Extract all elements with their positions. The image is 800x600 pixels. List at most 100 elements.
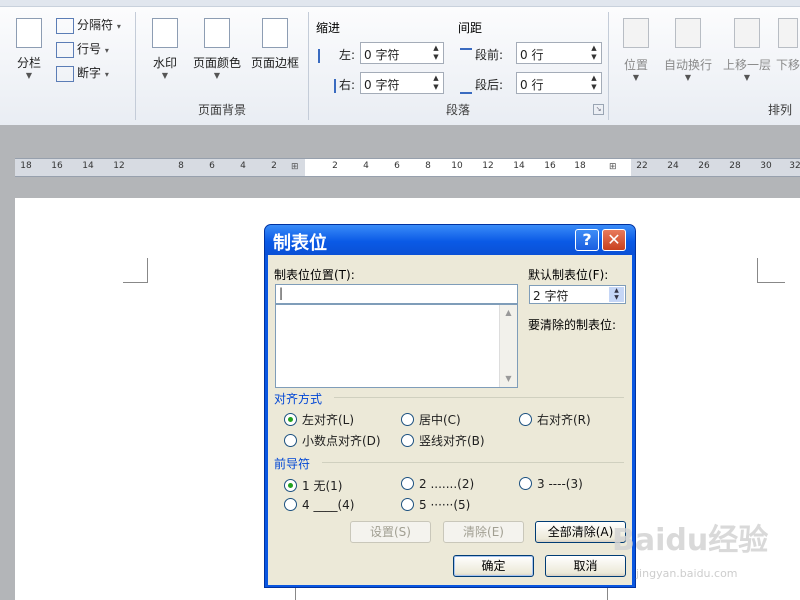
ruler-number: 8 [178,161,184,171]
crop-mark [757,282,785,283]
breaks-icon [56,17,74,34]
ruler-number: 30 [760,161,772,171]
ribbon: 分栏 ▼ 分隔符 ▾ 行号 ▾ 断字 ▾ 水印 ▼ 页面颜色 ▼ 页面边框 页面… [0,0,800,126]
ribbon-tab-strip [0,0,800,7]
leader-2-radio[interactable]: 2 .......(2) [401,477,474,491]
radio-icon [401,477,414,490]
hyphenation-button[interactable]: 断字 ▾ [56,64,109,82]
baidu-watermark: Baidu经验 [612,523,769,558]
spacing-before-row: 段前: [460,46,503,64]
align-center-radio[interactable]: 居中(C) [401,411,461,428]
dialog-titlebar[interactable]: 制表位 ? ✕ [265,225,635,255]
hyphenation-icon [56,65,74,82]
line-numbers-button[interactable]: 行号 ▾ [56,40,109,58]
tab-stops-to-clear-label: 要清除的制表位: [528,318,617,332]
ruler-number: 8 [425,161,431,171]
alignment-section-title: 对齐方式 [274,392,323,406]
crop-mark [123,282,148,283]
chevron-down-icon: ▼ [632,73,640,82]
ruler-number: 12 [113,161,125,171]
default-tab-stops-label: 默认制表位(F): [528,268,609,282]
tab-stop-position-input[interactable]: | [275,284,518,304]
page-background-group-label: 页面背景 [197,103,246,117]
leader-section-title: 前导符 [274,457,311,471]
chevron-down-icon: ▼ [25,71,33,80]
align-bar-radio[interactable]: 竖线对齐(B) [401,432,485,449]
ruler-number: 14 [82,161,94,171]
radio-selected-icon [284,479,297,492]
baidu-watermark-url: jingyan.baidu.com [636,567,738,580]
spin-arrows-icon[interactable]: ▲ ▼ [609,287,624,302]
indent-left-row: 左: [318,46,355,63]
dialog-body: 制表位位置(T): | ▲ ▼ 默认制表位(F): 2 字符 ▲ ▼ 要清除的制表… [268,255,632,585]
spacing-before-input[interactable]: 0 行 ▲ ▼ [516,42,602,64]
indent-right-row: 右: [318,76,355,93]
spacing-header: 间距 [458,21,483,35]
spin-arrows-icon[interactable]: ▲ ▼ [431,44,441,62]
align-decimal-radio[interactable]: 小数点对齐(D) [284,432,381,449]
ruler-number: 16 [51,161,63,171]
spin-arrows-icon[interactable]: ▲ ▼ [589,74,599,92]
indent-right-input[interactable]: 0 字符 ▲ ▼ [360,72,444,94]
chevron-down-icon: ▼ [213,71,221,80]
align-left-radio[interactable]: 左对齐(L) [284,411,354,428]
spacing-after-row: 段后: [460,76,503,94]
leader-3-radio[interactable]: 3 ----(3) [519,477,583,491]
default-tab-stops-input[interactable]: 2 字符 ▲ ▼ [529,285,626,304]
radio-icon [519,477,532,490]
spin-arrows-icon[interactable]: ▲ ▼ [589,44,599,62]
columns-button[interactable]: 分栏 ▼ [10,18,48,80]
scroll-down-icon[interactable]: ▼ [500,371,517,387]
ruler-number: 14 [513,161,525,171]
arrange-group-label: 排列 [767,103,792,117]
ruler-number: 26 [698,161,710,171]
help-icon[interactable]: ? [575,229,599,251]
leader-4-radio[interactable]: 4 ____(4) [284,498,354,512]
radio-icon [401,413,414,426]
paragraph-dialog-launcher-icon[interactable]: ↘ [593,104,604,115]
bring-forward-button[interactable]: 上移一层 ▼ [718,18,776,82]
ruler-number: 16 [544,161,556,171]
indent-marker-icon[interactable]: ⊞ [291,162,299,172]
leader-1-radio[interactable]: 1 无(1) [284,477,342,494]
chevron-down-icon: ▼ [743,73,751,82]
send-backward-icon [778,18,798,48]
tab-marker-icon[interactable]: ⊞ [609,162,617,172]
paragraph-group-label: 段落 [445,103,470,117]
watermark-icon [152,18,178,48]
indent-left-input[interactable]: 0 字符 ▲ ▼ [360,42,444,64]
ruler-number: 18 [20,161,32,171]
ruler-number: 2 [332,161,338,171]
columns-icon [16,18,42,48]
wrap-text-icon [675,18,701,48]
wrap-text-button[interactable]: 自动换行 ▼ [660,18,716,82]
margin-line [607,586,608,600]
ruler-number: 22 [636,161,648,171]
leader-5-radio[interactable]: 5 ······(5) [401,498,470,512]
watermark-button[interactable]: 水印 ▼ [146,18,184,80]
spacing-after-input[interactable]: 0 行 ▲ ▼ [516,72,602,94]
ruler-number: 4 [363,161,369,171]
spin-arrows-icon[interactable]: ▲ ▼ [431,74,441,92]
page-borders-button[interactable]: 页面边框 [246,18,304,71]
indent-left-icon [318,48,336,63]
ruler-number: 6 [394,161,400,171]
crop-mark [147,258,148,283]
close-icon[interactable]: ✕ [602,229,626,251]
tab-stop-position-label: 制表位位置(T): [274,268,355,282]
ok-button[interactable]: 确定 [453,555,534,577]
scroll-up-icon[interactable]: ▲ [500,305,517,321]
align-right-radio[interactable]: 右对齐(R) [519,411,591,428]
tab-stop-list[interactable]: ▲ ▼ [275,304,518,388]
list-scrollbar[interactable]: ▲ ▼ [499,305,517,387]
radio-icon [284,498,297,511]
dialog-title: 制表位 [273,233,327,254]
set-button[interactable]: 设置(S) [350,521,431,543]
send-backward-button[interactable]: 下移 [776,18,800,73]
page-color-button[interactable]: 页面颜色 ▼ [188,18,246,80]
horizontal-ruler[interactable]: 18 16 14 12 8 6 4 2 ⊞ 2 4 6 8 10 12 14 1… [15,158,800,177]
clear-button[interactable]: 清除(E) [443,521,524,543]
breaks-button[interactable]: 分隔符 ▾ [56,16,121,34]
paint-bucket-icon [204,18,230,48]
position-button[interactable]: 位置 ▼ [616,18,656,82]
